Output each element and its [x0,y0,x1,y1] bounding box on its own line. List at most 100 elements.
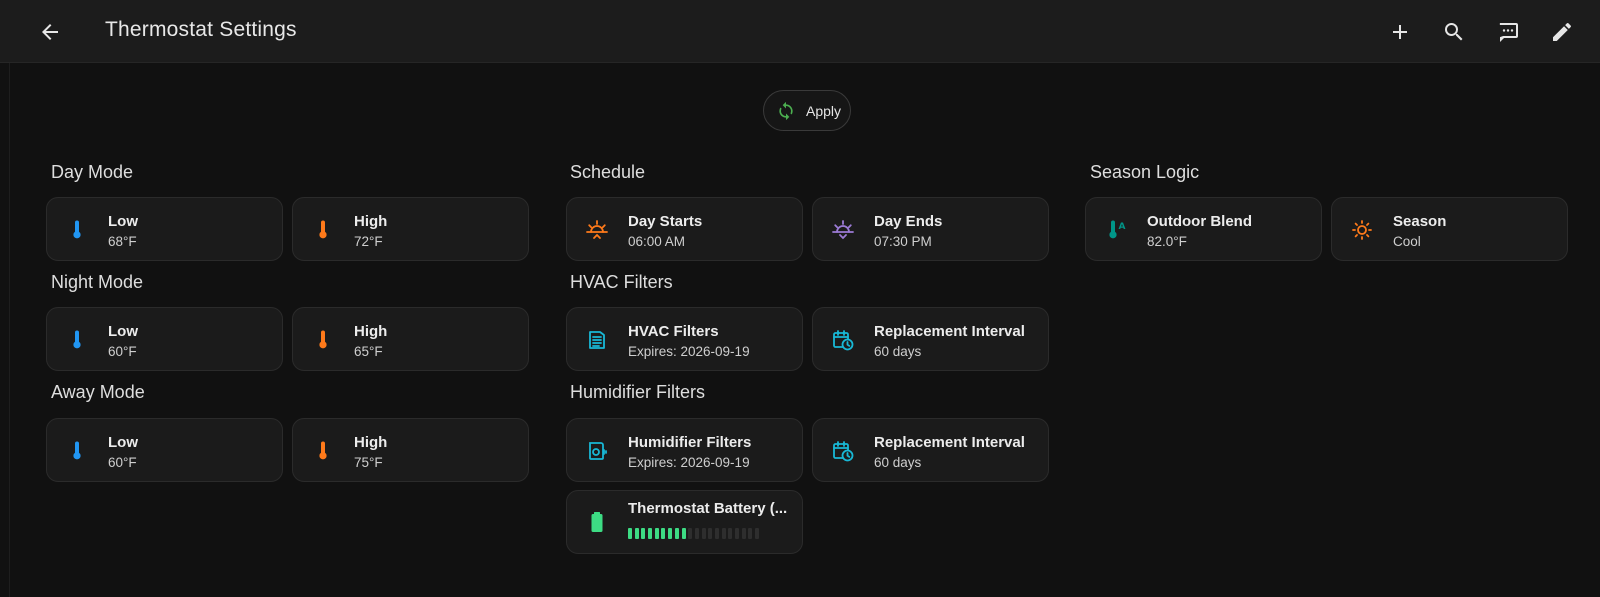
tile-day-low[interactable]: Low 68°F [46,197,283,261]
tile-night-high[interactable]: High 65°F [292,307,529,371]
tile-state: 75°F [354,455,383,470]
thermometer-icon [73,441,81,460]
sunset-icon [832,220,854,240]
tile-state: Expires: 2026-09-19 [628,344,750,359]
thermometer-icon [319,220,327,239]
tile-name: Day Ends [874,213,943,230]
tile-state: 65°F [354,344,383,359]
battery-icon [591,512,603,532]
battery-segment [641,528,646,539]
left-rail [0,63,10,597]
apply-label: Apply [806,102,842,119]
search-button[interactable] [1434,12,1474,52]
battery-segment [714,528,719,539]
section-title-night-mode: Night Mode [51,272,144,292]
section-title-schedule: Schedule [570,162,646,182]
tile-state: 07:30 PM [874,234,932,249]
tile-thermostat-battery[interactable]: Thermostat Battery (... [566,490,803,554]
plus-icon [1393,25,1407,39]
section-title-humidifier-filters: Humidifier Filters [570,382,706,402]
tile-state: 60°F [108,455,137,470]
tile-state: Expires: 2026-09-19 [628,455,750,470]
thermometer-icon [73,220,81,239]
tile-state: 60 days [874,344,922,359]
comment-processing-icon [1499,23,1518,42]
thermometer-auto-icon: A [1109,220,1126,239]
air-filter-icon [589,331,605,349]
tile-name: Outdoor Blend [1147,213,1252,230]
tile-state: 60 days [874,455,922,470]
battery-segment [688,528,693,539]
sync-icon [779,101,793,120]
top-app-bar: Thermostat Settings [0,0,1600,63]
calendar-clock-icon [833,330,854,351]
tile-name: HVAC Filters [628,323,719,340]
tile-name: Low [108,323,138,340]
battery-segment [648,528,653,539]
battery-segment [661,528,666,539]
tile-state: 60°F [108,344,137,359]
tile-name: Humidifier Filters [628,434,752,451]
tile-name: High [354,213,388,230]
battery-segment [755,528,760,539]
section-title-hvac-filters: HVAC Filters [570,272,673,292]
apply-button[interactable]: Apply [763,90,851,131]
section-title-season-logic: Season Logic [1090,162,1200,182]
add-button[interactable] [1380,12,1420,52]
tile-day-ends[interactable]: Day Ends 07:30 PM [812,197,1049,261]
tile-name: High [354,323,388,340]
tile-name: Thermostat Battery (... [628,500,788,517]
tile-hvac-filters[interactable]: HVAC Filters Expires: 2026-09-19 [566,307,803,371]
tile-name: Replacement Interval [874,323,1025,340]
assist-button[interactable] [1488,12,1528,52]
battery-segment [681,528,686,539]
tile-name: Replacement Interval [874,434,1025,451]
tile-name: Low [108,434,138,451]
arrow-left-icon [42,24,58,40]
tile-state: 06:00 AM [628,234,686,249]
battery-segment [668,528,673,539]
tile-name: Day Starts [628,213,703,230]
tile-hvac-replacement-interval[interactable]: Replacement Interval 60 days [812,307,1049,371]
section-title-away-mode: Away Mode [51,382,145,402]
tile-season[interactable]: Season Cool [1331,197,1568,261]
tile-away-high[interactable]: High 75°F [292,418,529,482]
pencil-icon [1553,22,1572,41]
back-button[interactable] [30,12,70,52]
tile-name: Season [1393,213,1447,230]
sun-icon [1352,220,1372,240]
tile-day-starts[interactable]: Day Starts 06:00 AM [566,197,803,261]
battery-segment [674,528,679,539]
battery-segment [634,528,639,539]
page-title: Thermostat Settings [105,18,297,41]
battery-segment [721,528,726,539]
battery-segment [708,528,713,539]
tile-humidifier-replacement-interval[interactable]: Replacement Interval 60 days [812,418,1049,482]
svg-text:A: A [1119,222,1126,232]
battery-segment [701,528,706,539]
tile-night-low[interactable]: Low 60°F [46,307,283,371]
tile-state: 72°F [354,234,383,249]
tile-outdoor-blend[interactable]: A Outdoor Blend 82.0°F [1085,197,1322,261]
section-title-day-mode: Day Mode [51,162,134,182]
calendar-clock-icon [833,441,854,462]
edit-button[interactable] [1542,12,1582,52]
thermometer-icon [319,441,327,460]
air-humidifier-icon [589,442,607,460]
tile-state: Cool [1393,234,1421,249]
tile-state: 68°F [108,234,137,249]
magnify-icon [1445,23,1463,41]
tile-humidifier-filters[interactable]: Humidifier Filters Expires: 2026-09-19 [566,418,803,482]
battery-segment [735,528,739,539]
sunrise-icon [586,220,608,239]
battery-segment [694,528,699,539]
battery-segment [654,528,659,539]
battery-segment [628,528,632,539]
thermometer-icon [319,330,327,349]
battery-segment [728,528,733,539]
battery-segment [741,528,746,539]
tile-away-low[interactable]: Low 60°F [46,418,283,482]
battery-level-bar [628,528,760,539]
thermometer-icon [73,330,81,349]
tile-day-high[interactable]: High 72°F [292,197,529,261]
